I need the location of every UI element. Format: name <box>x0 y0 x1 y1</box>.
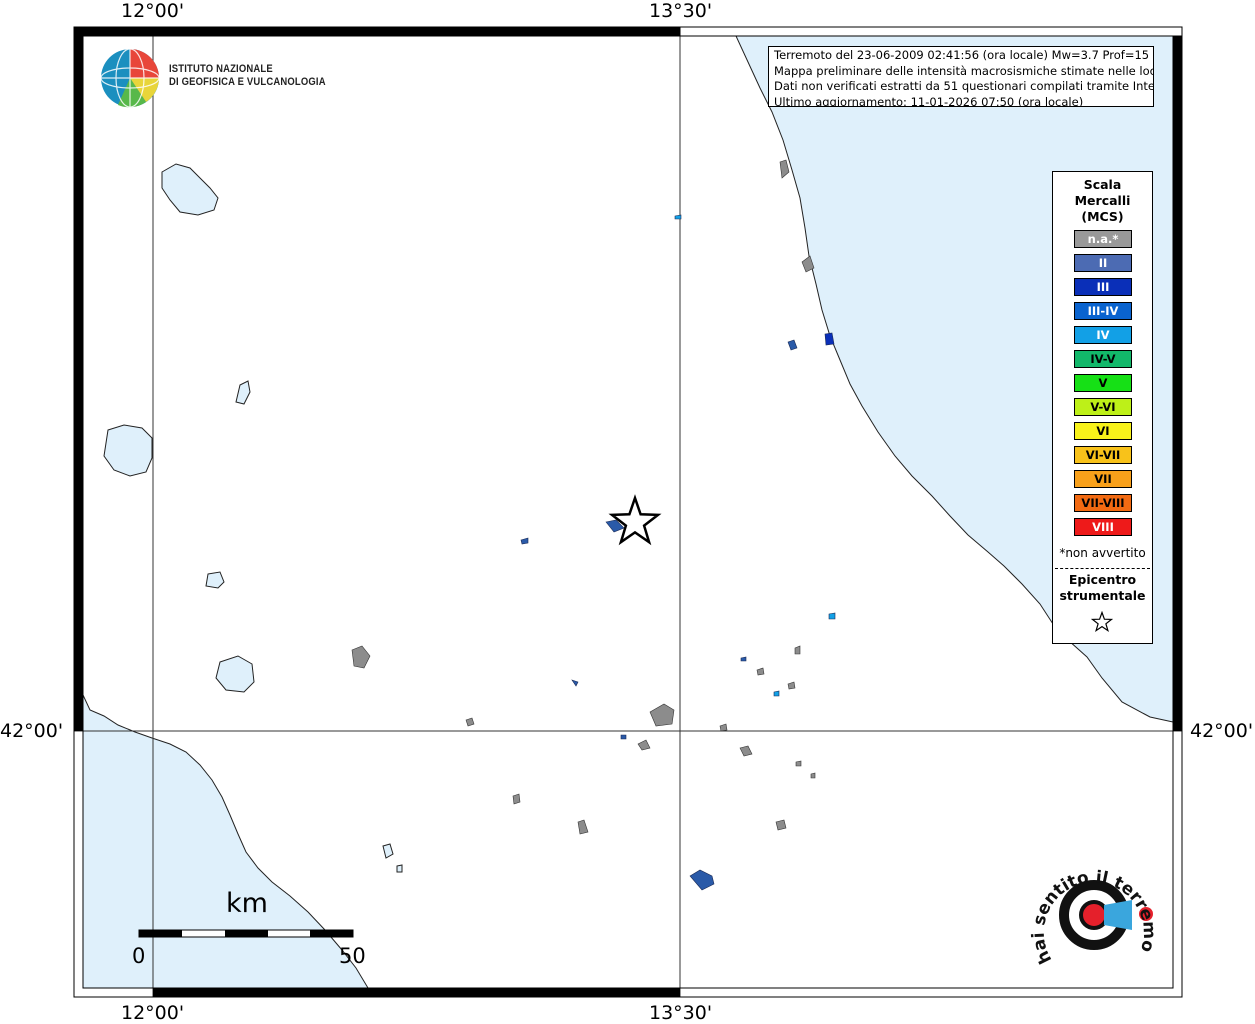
legend-title-line3: (MCS) <box>1081 209 1124 224</box>
svg-text:hai sentito il terremoto.it ?: hai sentito il terremoto.it ? WWW. <box>1030 850 1159 967</box>
legend-swatch: VII <box>1074 470 1132 488</box>
info-line-4: Ultimo aggiornamento: 11-01-2026 07:50 (… <box>774 94 1084 107</box>
legend-title-line2: Mercalli <box>1074 193 1131 208</box>
legend-swatch: IV <box>1074 326 1132 344</box>
legend-note: *non avvertito <box>1059 546 1146 560</box>
info-line-3: Dati non verificati estratti da 51 quest… <box>774 79 1154 93</box>
institute-name-line2: DI GEOFISICA E VULCANOLOGIA <box>169 76 326 88</box>
legend-title-line1: Scala <box>1083 177 1122 192</box>
right-axis-label: 42°00' <box>1190 720 1254 742</box>
info-line-2: Mappa preliminare delle intensità macros… <box>774 63 1154 78</box>
legend-swatch: III <box>1074 278 1132 296</box>
lake-small-3 <box>396 864 403 873</box>
bottom-axis-label-1: 12°00' <box>121 1002 185 1024</box>
info-line-1: Terremoto del 23-06-2009 02:41:56 (ora l… <box>774 48 1154 62</box>
scale-bar <box>138 929 354 938</box>
legend-swatch: IV-V <box>1074 350 1132 368</box>
top-axis-label-2: 13°30' <box>649 0 713 22</box>
institute-name-line1: ISTITUTO NAZIONALE <box>169 63 273 75</box>
top-axis-label-1: 12°00' <box>121 0 185 22</box>
legend-swatch: VI <box>1074 422 1132 440</box>
bottom-axis-label-2: 13°30' <box>649 1002 713 1024</box>
legend-swatch: V <box>1074 374 1132 392</box>
haisentito-logo-text: hai sentito il terremoto.it ? WWW. <box>1030 850 1159 967</box>
legend-title: Scala Mercalli (MCS) <box>1053 177 1152 225</box>
legend-swatch: III-IV <box>1074 302 1132 320</box>
haisentito-ring-text: hai sentito il terremoto.it ? WWW. <box>1030 850 1159 967</box>
scale-bar-end: 50 <box>339 944 366 968</box>
scale-bar-title: km <box>226 888 268 919</box>
legend-epicenter-line1: Epicentro <box>1068 572 1137 587</box>
intensity-legend: Scala Mercalli (MCS) n.a.* II III III-IV IV I… <box>1052 171 1153 644</box>
scale-bar-start: 0 <box>132 944 146 968</box>
legend-star-icon <box>1091 611 1113 633</box>
legend-epicenter: Epicentro strumentale <box>1053 572 1152 604</box>
earthquake-info-box: Terremoto del 23-06-2009 02:41:56 (ora l… <box>768 46 1154 107</box>
legend-swatch: n.a.* <box>1074 230 1132 248</box>
legend-swatch: VI-VII <box>1074 446 1132 464</box>
ingv-logo-icon <box>100 48 160 108</box>
legend-swatch: V-VI <box>1074 398 1132 416</box>
left-axis-label: 42°00' <box>0 720 64 742</box>
legend-epicenter-line2: strumentale <box>1059 588 1146 603</box>
legend-swatch: VII-VIII <box>1074 494 1132 512</box>
legend-swatch: VIII <box>1074 518 1132 536</box>
legend-swatch: II <box>1074 254 1132 272</box>
legend-separator <box>1055 568 1150 569</box>
institute-name: ISTITUTO NAZIONALE DI GEOFISICA E VULCAN… <box>169 63 326 89</box>
